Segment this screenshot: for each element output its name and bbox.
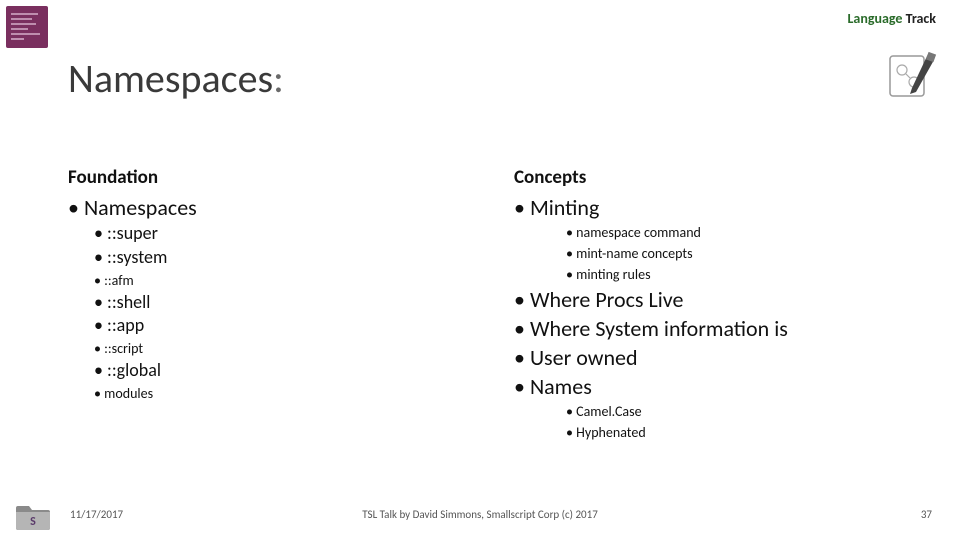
list-item: Where Procs Live <box>514 285 920 314</box>
left-sub-b: ::script <box>94 338 474 359</box>
notebook-pen-icon <box>884 48 940 104</box>
slide-title: Namespaces: <box>68 54 284 103</box>
names-sub: Camel.Case Hyphenated <box>566 401 920 443</box>
slide: Language Track Namespaces: Foundation Na… <box>0 0 960 540</box>
right-root: Minting <box>514 193 920 222</box>
list-item: mint-name concepts <box>566 243 920 264</box>
track-track: Track <box>906 10 936 27</box>
list-item: ::afm <box>94 270 474 291</box>
list-item: ::system <box>94 246 474 270</box>
title-colon: : <box>273 54 284 103</box>
left-items-a: ::super ::system <box>94 222 474 270</box>
list-item: minting rules <box>566 264 920 285</box>
list-item: ::script <box>94 338 474 359</box>
list-item: ::global <box>94 359 474 383</box>
right-column: Concepts Minting namespace command mint-… <box>514 166 920 443</box>
list-item: ::super <box>94 222 474 246</box>
list-item: Names <box>514 372 920 401</box>
track-label: Language Track <box>848 10 937 27</box>
left-heading: Foundation <box>68 166 474 189</box>
footer-page-number: 37 <box>921 508 932 521</box>
left-column: Foundation Namespaces ::super ::system :… <box>68 166 474 443</box>
left-items-b: ::shell ::app <box>94 291 474 339</box>
left-root: Namespaces <box>68 193 474 222</box>
right-rest: Where Procs Live Where System informatio… <box>514 285 920 401</box>
list-item: User owned <box>514 343 920 372</box>
list-item: Camel.Case <box>566 401 920 422</box>
list-item: Where System information is <box>514 314 920 343</box>
left-sub-c: modules <box>94 383 474 404</box>
minting-sub: namespace command mint-name concepts min… <box>566 222 920 285</box>
footer: 11/17/2017 TSL Talk by David Simmons, Sm… <box>0 508 960 528</box>
title-text: Namespaces <box>68 54 273 103</box>
list-item: namespace command <box>566 222 920 243</box>
list-item: ::shell <box>94 291 474 315</box>
columns: Foundation Namespaces ::super ::system :… <box>68 166 920 443</box>
terminal-logo-icon <box>6 6 48 48</box>
list-item: ::app <box>94 314 474 338</box>
track-language: Language <box>848 10 903 27</box>
left-items-c: ::global <box>94 359 474 383</box>
right-heading: Concepts <box>514 166 920 189</box>
list-item: Hyphenated <box>566 422 920 443</box>
list-item: modules <box>94 383 474 404</box>
footer-attribution: TSL Talk by David Simmons, Smallscript C… <box>0 508 960 521</box>
left-sub-a: ::afm <box>94 270 474 291</box>
